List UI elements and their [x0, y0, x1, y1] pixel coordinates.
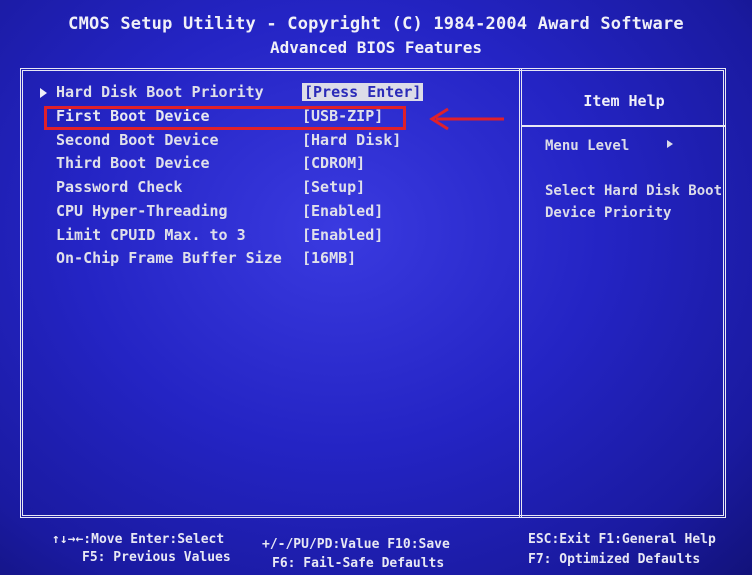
item-value[interactable]: [Hard Disk] — [302, 131, 401, 149]
header: CMOS Setup Utility - Copyright (C) 1984-… — [0, 0, 752, 70]
header-title: CMOS Setup Utility - Copyright (C) 1984-… — [68, 14, 684, 34]
help-separator — [522, 125, 726, 127]
item-value[interactable]: [16MB] — [302, 249, 356, 267]
submenu-arrow-icon — [40, 88, 47, 98]
item-label: Third Boot Device — [56, 154, 210, 172]
item-help-title: Item Help — [583, 92, 665, 110]
footer-key-exit-help: ESC:Exit F1:General Help — [528, 532, 716, 547]
item-label: Limit CPUID Max. to 3 — [56, 226, 246, 244]
red-arrow-icon — [429, 107, 504, 131]
menu-level-arrow-icon — [667, 140, 673, 148]
footer-key-fail-safe: F6: Fail-Safe Defaults — [272, 556, 445, 571]
highlight-box — [44, 106, 406, 130]
footer-key-move-select: ↑↓→←:Move Enter:Select — [52, 532, 225, 547]
footer-key-previous-values: F5: Previous Values — [82, 550, 231, 565]
bios-screen: CMOS Setup Utility - Copyright (C) 1984-… — [0, 0, 752, 575]
panel-divider — [519, 68, 522, 518]
item-label: On-Chip Frame Buffer Size — [56, 249, 282, 267]
menu-level-label: Menu Level — [545, 138, 630, 154]
item-value[interactable]: [Setup] — [302, 178, 365, 196]
footer-key-optimized: F7: Optimized Defaults — [528, 552, 701, 567]
item-label: Second Boot Device — [56, 131, 219, 149]
item-label: CPU Hyper-Threading — [56, 202, 228, 220]
item-label: Password Check — [56, 178, 183, 196]
item-value[interactable]: [Enabled] — [302, 202, 383, 220]
item-label: Hard Disk Boot Priority — [56, 83, 264, 101]
item-value[interactable]: [Enabled] — [302, 226, 383, 244]
footer-key-value-save: +/-/PU/PD:Value F10:Save — [262, 537, 450, 552]
item-value[interactable]: [Press Enter] — [302, 83, 424, 101]
item-value[interactable]: [CDROM] — [302, 154, 365, 172]
header-subtitle: Advanced BIOS Features — [270, 38, 482, 57]
help-description: Select Hard Disk Boot Device Priority — [545, 183, 723, 221]
